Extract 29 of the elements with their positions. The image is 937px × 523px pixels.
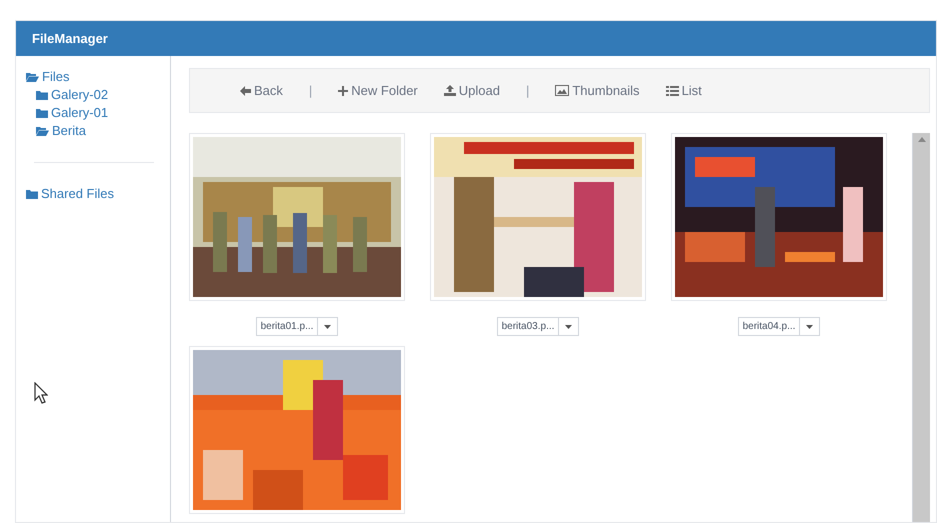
- cursor-icon: [34, 382, 48, 404]
- new-folder-button[interactable]: New Folder: [338, 80, 418, 100]
- list-button[interactable]: List: [666, 80, 702, 100]
- back-button[interactable]: Back: [240, 80, 283, 100]
- arrow-left-icon: [240, 86, 251, 96]
- separator: |: [526, 82, 530, 100]
- folder-link[interactable]: Files: [26, 68, 170, 86]
- caret-icon: [565, 324, 572, 328]
- caret-icon: [806, 324, 814, 328]
- thumbnails-button[interactable]: Thumbnails: [555, 80, 640, 100]
- folder-link[interactable]: Shared Files: [26, 185, 170, 203]
- scrollbar[interactable]: [912, 133, 930, 522]
- image-icon: [555, 85, 570, 96]
- file-name-button[interactable]: berita01.p...: [256, 317, 318, 336]
- dropdown-button[interactable]: [559, 317, 580, 336]
- folder-link[interactable]: Galery-02: [26, 86, 170, 104]
- file-name-button[interactable]: berita03.p...: [496, 317, 560, 336]
- dropdown-button[interactable]: [800, 317, 820, 336]
- upload-icon: [444, 85, 456, 96]
- upload-button[interactable]: Upload: [444, 80, 500, 100]
- window-title: FileManager: [32, 30, 108, 48]
- folder-link[interactable]: Berita: [26, 122, 170, 140]
- dropdown-button[interactable]: [318, 317, 338, 336]
- plus-icon: [338, 86, 348, 96]
- file-name-button[interactable]: berita04.p...: [738, 317, 800, 336]
- caret-icon: [324, 324, 332, 328]
- folder-link[interactable]: Galery-01: [26, 104, 170, 122]
- separator: |: [308, 82, 312, 100]
- list-icon: [666, 86, 679, 96]
